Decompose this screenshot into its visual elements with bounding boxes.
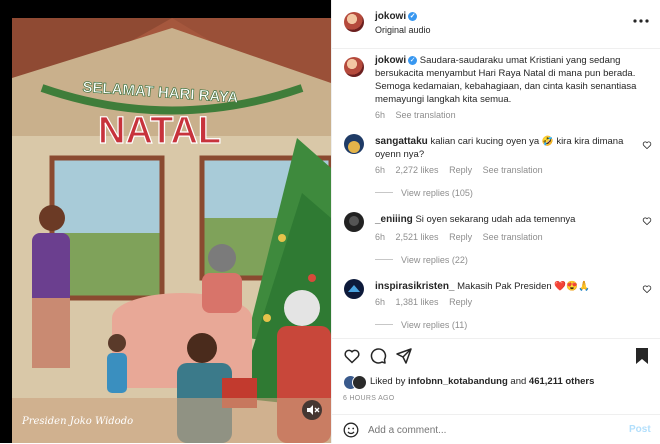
caption-see-translation[interactable]: See translation	[396, 110, 456, 120]
caption-text-block: jokowi ✓ Saudara-saudaraku umat Kristiani…	[375, 54, 645, 106]
comment-see-translation[interactable]: See translation	[483, 232, 543, 242]
post-image[interactable]: SELAMAT HARI RAYA NATAL Presiden Joko Wi…	[12, 18, 331, 443]
mute-button[interactable]	[302, 400, 322, 420]
liked-by-prefix: Liked by	[370, 376, 406, 387]
avatar-image	[348, 285, 360, 292]
view-replies-button[interactable]: View replies (105)	[375, 188, 473, 198]
comment-see-translation[interactable]: See translation	[483, 165, 543, 175]
comment-username[interactable]: _eniiing	[375, 214, 413, 225]
add-comment-bar: Post	[332, 414, 660, 444]
liked-by-avatars[interactable]	[343, 375, 373, 390]
comment-likes[interactable]: 1,381 likes	[396, 297, 439, 307]
header-username[interactable]: jokowi ✓	[375, 11, 418, 22]
avatar[interactable]	[344, 134, 364, 154]
avatar	[352, 375, 367, 390]
comment-text: Makasih Pak Presiden ❤️😍🙏	[457, 281, 590, 292]
avatar[interactable]	[344, 279, 364, 299]
comment-meta: 6h 2,521 likes Reply See translation	[375, 232, 543, 242]
caption-meta: 6h See translation	[375, 110, 456, 120]
artwork-title: NATAL	[98, 110, 221, 152]
verified-badge-icon: ✓	[408, 12, 418, 21]
liked-by-text: Liked by infobnn_kotabandung and 461,211…	[370, 376, 594, 387]
share-send-icon[interactable]	[395, 347, 413, 365]
more-horizontal-icon	[633, 19, 649, 23]
like-comment-heart-icon[interactable]	[642, 140, 652, 150]
post-header: jokowi ✓ Original audio	[332, 0, 660, 49]
like-comment-heart-icon[interactable]	[642, 284, 652, 294]
post-comment-button[interactable]: Post	[629, 424, 651, 435]
comment-bubble-icon[interactable]	[369, 347, 387, 365]
comment-reply[interactable]: Reply	[449, 165, 472, 175]
instagram-post-dialog: SELAMAT HARI RAYA NATAL Presiden Joko Wi…	[0, 0, 660, 443]
post-details-pane: jokowi ✓ Original audio jokowi ✓ Saudara-s…	[331, 0, 660, 443]
avatar[interactable]	[344, 212, 364, 232]
verified-badge-icon: ✓	[408, 56, 418, 65]
audio-link[interactable]: Original audio	[375, 25, 431, 35]
avatar[interactable]	[344, 57, 364, 77]
emoji-smiley-icon[interactable]	[343, 422, 359, 438]
comment-time: 6h	[375, 165, 386, 175]
avatar-image	[348, 141, 360, 153]
liked-by-count[interactable]: 461,211 others	[529, 376, 595, 387]
divider-line	[375, 324, 393, 325]
comment-username[interactable]: inspirasikristen_	[375, 281, 454, 292]
header-username-text[interactable]: jokowi	[375, 11, 406, 22]
avatar[interactable]	[344, 12, 364, 32]
more-options-button[interactable]	[632, 14, 650, 28]
divider-line	[375, 192, 393, 193]
comment-username[interactable]: sangattaku	[375, 136, 428, 147]
avatar-image	[349, 216, 359, 226]
comment-text-block: _eniiing Si oyen sekarang udah ada temen…	[375, 213, 635, 226]
view-replies-label[interactable]: View replies (11)	[401, 320, 467, 330]
comment-text-block: sangattaku kalian cari kucing oyen ya 🤣 …	[375, 135, 635, 161]
post-timestamp[interactable]: 6 HOURS AGO	[343, 395, 395, 402]
like-comment-heart-icon[interactable]	[642, 216, 652, 226]
artwork-signature: Presiden Joko Widodo	[22, 416, 134, 427]
comment-likes[interactable]: 2,272 likes	[396, 165, 439, 175]
view-replies-button[interactable]: View replies (11)	[375, 320, 467, 330]
comment-input[interactable]	[368, 422, 608, 438]
liked-by-and: and	[510, 376, 527, 387]
like-heart-icon[interactable]	[343, 347, 361, 365]
save-bookmark-icon[interactable]	[634, 347, 650, 365]
comment-likes[interactable]: 2,521 likes	[396, 232, 439, 242]
divider-line	[375, 259, 393, 260]
comment-reply[interactable]: Reply	[449, 297, 472, 307]
speaker-mute-icon	[307, 405, 320, 415]
comment-text: Si oyen sekarang udah ada temennya	[415, 214, 576, 225]
view-replies-label[interactable]: View replies (105)	[401, 188, 473, 198]
comment-text-block: inspirasikristen_ Makasih Pak Presiden ❤…	[375, 280, 635, 293]
comment-meta: 6h 2,272 likes Reply See translation	[375, 165, 543, 175]
comment-reply[interactable]: Reply	[449, 232, 472, 242]
liked-by-user[interactable]: infobnn_kotabandung	[408, 376, 508, 387]
caption-username[interactable]: jokowi	[375, 55, 406, 66]
comment-time: 6h	[375, 297, 386, 307]
view-replies-button[interactable]: View replies (22)	[375, 255, 468, 265]
view-replies-label[interactable]: View replies (22)	[401, 255, 468, 265]
comment-time: 6h	[375, 232, 386, 242]
comment-meta: 6h 1,381 likes Reply	[375, 297, 472, 307]
caption-time: 6h	[375, 110, 386, 120]
christmas-illustration: SELAMAT HARI RAYA NATAL	[12, 18, 331, 443]
